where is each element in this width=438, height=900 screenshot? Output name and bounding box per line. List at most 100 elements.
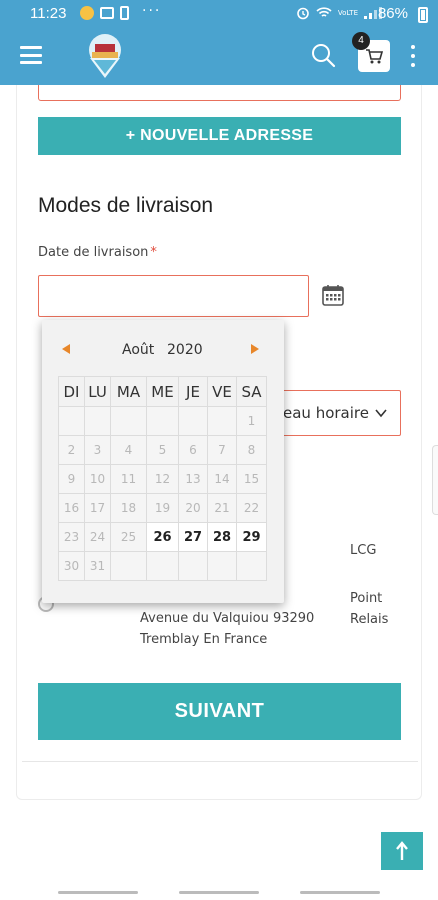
calendar-empty-cell [207, 551, 237, 581]
calendar-day-disabled: 17 [84, 493, 111, 523]
calendar-day-disabled: 2 [58, 435, 85, 465]
calendar-day-disabled: 20 [178, 493, 208, 523]
calendar-day-disabled: 3 [84, 435, 111, 465]
relay-address: Avenue du Valquiou 93290 Tremblay En Fra… [140, 608, 314, 650]
wifi-icon [316, 7, 332, 17]
network-label: VoLTE [337, 9, 358, 17]
calendar-day-disabled: 16 [58, 493, 85, 523]
status-bar: 11:23 ··· VoLTE 86% [0, 0, 438, 28]
system-nav-bar [0, 884, 438, 900]
section-title: Modes de livraison [38, 194, 214, 217]
battery-percent: 86% [377, 5, 408, 22]
divider [22, 761, 418, 762]
notification-icons [80, 6, 129, 20]
more-notifications: ··· [142, 3, 162, 19]
relay-address-line2: Tremblay En France [140, 632, 268, 647]
calendar-day-disabled: 7 [207, 435, 237, 465]
calendar-day-disabled: 31 [84, 551, 111, 581]
weekday-header: LU [84, 376, 111, 407]
nav-back[interactable] [300, 891, 380, 894]
calendar-day-available[interactable]: 27 [178, 522, 208, 552]
calendar-empty-cell [146, 551, 179, 581]
calendar-icon[interactable] [321, 283, 345, 307]
calendar-month: Août [122, 342, 155, 358]
calendar-day-disabled: 30 [58, 551, 85, 581]
calendar-day-disabled: 11 [110, 464, 147, 494]
calendar-grid: DI LU MA ME JE VE SA 1 2 3 4 5 6 7 8 9 10 11 12 13 14… [58, 376, 267, 581]
arrow-up-icon [396, 841, 408, 860]
relay-address-line1: Avenue du Valquiou 93290 [140, 611, 315, 626]
calendar-week: 30 31 [58, 551, 267, 581]
nav-home[interactable] [179, 891, 259, 894]
previous-address-field[interactable] [38, 85, 401, 101]
device-notification-icon [120, 6, 129, 20]
app-bar: 4 [0, 28, 438, 85]
new-address-button[interactable]: + NOUVELLE ADRESSE [38, 117, 401, 155]
calendar-day-disabled: 5 [146, 435, 179, 465]
cart-count-badge: 4 [352, 32, 370, 50]
weekday-header: VE [207, 376, 237, 407]
battery-icon [418, 7, 428, 23]
calendar-week: 1 [58, 406, 267, 436]
calendar-week: 2345678 [58, 435, 267, 465]
delivery-date-label: Date de livraison * [38, 245, 157, 260]
carrier-point-relais: Point Relais [350, 591, 389, 627]
time-slot-placeholder: eau horaire [283, 404, 369, 422]
calendar-day-disabled: 8 [236, 435, 267, 465]
calendar-day-disabled: 1 [236, 406, 267, 436]
calendar-day-disabled: 4 [110, 435, 147, 465]
search-icon[interactable] [310, 42, 336, 68]
calendar-day-disabled: 6 [178, 435, 208, 465]
calendar-day-disabled: 12 [146, 464, 179, 494]
calendar-day-available[interactable]: 26 [146, 522, 179, 552]
status-time: 11:23 [30, 5, 67, 22]
more-vertical-icon[interactable] [410, 45, 416, 67]
calendar-day-disabled: 19 [146, 493, 179, 523]
calendar-empty-cell [84, 406, 111, 436]
nav-recents[interactable] [58, 891, 138, 894]
date-picker-popup: Août 2020 DI LU MA ME JE VE SA 123456789… [42, 320, 284, 603]
weekday-header: SA [236, 376, 267, 407]
back-to-top-button[interactable] [381, 832, 423, 870]
calendar-year: 2020 [167, 342, 203, 358]
calendar-day-disabled: 13 [178, 464, 208, 494]
calendar-day-disabled: 23 [58, 522, 85, 552]
weekday-header: ME [146, 376, 179, 407]
menu-icon[interactable] [20, 46, 42, 64]
calendar-empty-cell [110, 406, 147, 436]
calendar-day-disabled: 10 [84, 464, 111, 494]
calendar-empty-cell [178, 551, 208, 581]
calendar-day-disabled: 25 [110, 522, 147, 552]
calendar-day-available[interactable]: 28 [207, 522, 237, 552]
delivery-date-input[interactable] [38, 275, 309, 317]
carrier-lcg: LCG [350, 543, 377, 558]
chevron-down-icon [375, 409, 387, 418]
weekday-row: DI LU MA ME JE VE SA [58, 376, 267, 407]
calendar-week: 16 17 18 19 20 21 22 [58, 493, 267, 523]
calendar-day-disabled: 18 [110, 493, 147, 523]
image-notification-icon [100, 7, 114, 19]
next-button[interactable]: SUIVANT [38, 683, 401, 740]
calendar-empty-cell [207, 406, 237, 436]
calendar-day-disabled: 22 [236, 493, 267, 523]
calendar-empty-cell [236, 551, 267, 581]
weekday-header: JE [178, 376, 208, 407]
calendar-empty-cell [146, 406, 179, 436]
brand-logo[interactable] [80, 30, 130, 82]
delivery-date-label-text: Date de livraison [38, 245, 149, 260]
calendar-empty-cell [110, 551, 147, 581]
system-icons: VoLTE [296, 6, 386, 20]
previous-month-icon[interactable] [62, 344, 70, 354]
edge-panel-handle[interactable] [432, 445, 438, 515]
calendar-day-disabled: 9 [58, 464, 85, 494]
calendar-week: 23 24 25 26 27 28 29 [58, 522, 267, 552]
calendar-day-disabled: 14 [207, 464, 237, 494]
calendar-day-available[interactable]: 29 [236, 522, 267, 552]
calendar-days: 1 2 3 4 5 6 7 8 9 10 11 12 13 14 15 16 17 18 19 20 21 22 23 24 2… [58, 406, 267, 581]
calendar-empty-cell [58, 406, 85, 436]
weekday-header: DI [58, 376, 85, 407]
cart-button[interactable]: 4 [352, 32, 390, 72]
next-month-icon[interactable] [251, 344, 259, 354]
calendar-week: 9 10 11 12 13 14 15 [58, 464, 267, 494]
calendar-empty-cell [178, 406, 208, 436]
